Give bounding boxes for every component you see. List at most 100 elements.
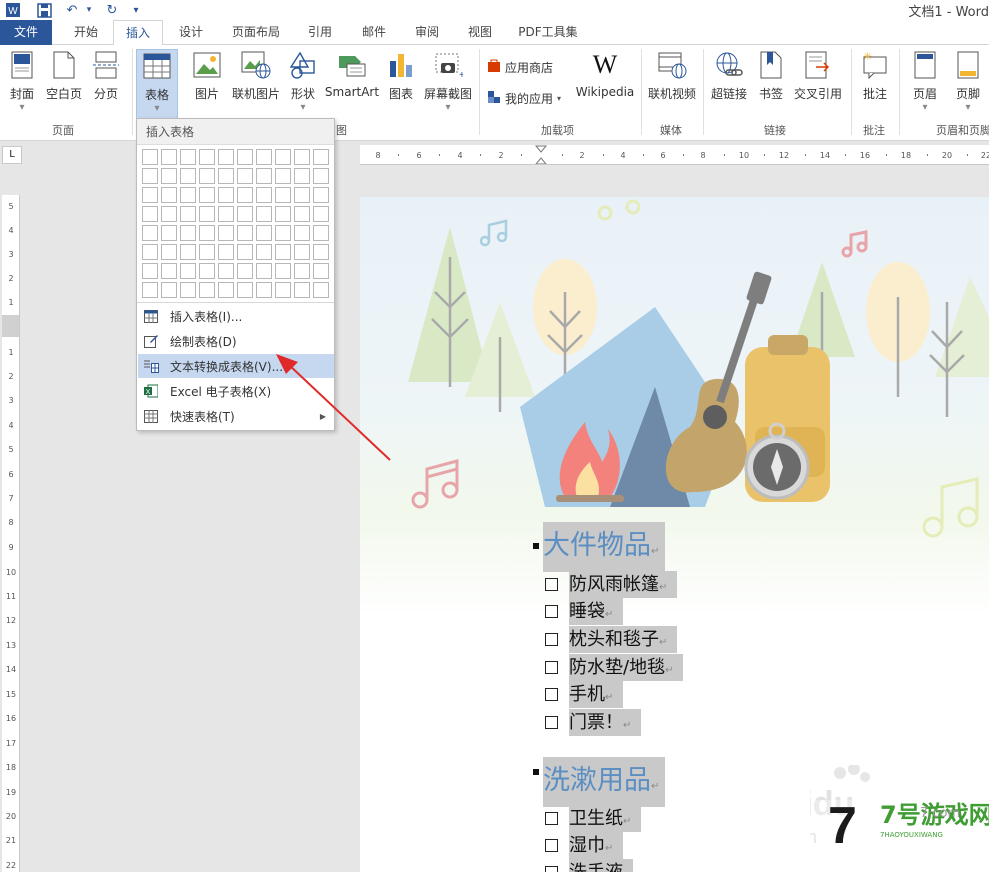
table-grid-cell[interactable] — [294, 187, 310, 203]
tab-file[interactable]: 文件 — [0, 20, 52, 45]
bookmark-button[interactable]: 书签 — [754, 49, 788, 102]
tab-view[interactable]: 视图 — [456, 20, 504, 45]
cross-reference-button[interactable]: 交叉引用 — [792, 49, 844, 102]
table-button[interactable]: 表格 ▾ — [136, 49, 178, 119]
table-grid-cell[interactable] — [237, 244, 253, 260]
table-grid-cell[interactable] — [142, 282, 158, 298]
smartart-button[interactable]: SmartArt — [324, 49, 380, 99]
list-item[interactable]: 湿巾↵ — [545, 832, 624, 859]
online-video-button[interactable]: 联机视频 — [646, 49, 698, 102]
list-item[interactable]: 手机↵ — [545, 681, 624, 708]
tab-design[interactable]: 设计 — [166, 20, 216, 45]
table-grid-cell[interactable] — [237, 225, 253, 241]
table-grid-cell[interactable] — [237, 187, 253, 203]
table-grid-cell[interactable] — [142, 225, 158, 241]
table-grid-cell[interactable] — [237, 149, 253, 165]
table-grid-cell[interactable] — [294, 206, 310, 222]
table-grid-cell[interactable] — [256, 244, 272, 260]
table-grid-cell[interactable] — [275, 149, 291, 165]
table-grid-cell[interactable] — [294, 168, 310, 184]
table-grid-cell[interactable] — [275, 225, 291, 241]
table-grid-cell[interactable] — [142, 187, 158, 203]
table-grid-cell[interactable] — [275, 282, 291, 298]
table-grid-cell[interactable] — [199, 263, 215, 279]
table-grid-cell[interactable] — [199, 244, 215, 260]
table-grid-cell[interactable] — [218, 244, 234, 260]
tab-insert[interactable]: 插入 — [113, 20, 163, 46]
table-grid-cell[interactable] — [161, 263, 177, 279]
store-button[interactable]: 应用商店 — [487, 59, 553, 76]
table-grid-cell[interactable] — [237, 263, 253, 279]
table-grid-cell[interactable] — [199, 187, 215, 203]
list-item[interactable]: 防风雨帐篷↵ — [545, 571, 678, 598]
section-heading[interactable]: 大件物品↵ — [543, 522, 666, 572]
tab-review[interactable]: 审阅 — [403, 20, 451, 45]
table-grid-cell[interactable] — [218, 149, 234, 165]
table-grid-cell[interactable] — [142, 244, 158, 260]
table-grid-cell[interactable] — [218, 263, 234, 279]
table-grid-cell[interactable] — [313, 168, 329, 184]
table-grid-cell[interactable] — [142, 263, 158, 279]
table-grid-cell[interactable] — [237, 168, 253, 184]
undo-icon[interactable]: ↶ — [62, 1, 82, 19]
table-grid-cell[interactable] — [142, 149, 158, 165]
table-grid-cell[interactable] — [180, 263, 196, 279]
footer-button[interactable]: 页脚 ▾ — [950, 49, 986, 113]
vertical-ruler[interactable]: 54321 12345 6 7 8 9 10 11 12 13 14 15 16 17 18 19 20… — [2, 195, 20, 872]
table-grid-cell[interactable] — [256, 149, 272, 165]
table-grid-cell[interactable] — [313, 187, 329, 203]
table-grid-cell[interactable] — [199, 225, 215, 241]
tab-mailings[interactable]: 邮件 — [350, 20, 398, 45]
save-icon[interactable] — [34, 1, 54, 19]
list-item[interactable]: 洗手液 — [545, 859, 633, 872]
table-grid-cell[interactable] — [161, 149, 177, 165]
section-heading[interactable]: 洗漱用品↵ — [543, 757, 666, 807]
table-grid-cell[interactable] — [180, 282, 196, 298]
table-grid-cell[interactable] — [256, 168, 272, 184]
table-grid-cell[interactable] — [275, 263, 291, 279]
table-grid-cell[interactable] — [313, 282, 329, 298]
table-grid-cell[interactable] — [294, 282, 310, 298]
table-grid-cell[interactable] — [161, 282, 177, 298]
table-grid-cell[interactable] — [313, 244, 329, 260]
list-item[interactable]: 枕头和毯子↵ — [545, 626, 678, 653]
table-grid-cell[interactable] — [161, 168, 177, 184]
page-break-button[interactable]: 分页 — [90, 49, 122, 102]
tab-references[interactable]: 引用 — [296, 20, 344, 45]
menu-item-insert-table[interactable]: 插入表格(I)... — [138, 304, 334, 328]
customize-quick-access-icon[interactable]: ▾ — [130, 1, 142, 19]
screenshot-button[interactable]: + 屏幕截图 ▾ — [420, 49, 476, 113]
table-grid-cell[interactable] — [313, 149, 329, 165]
hyperlink-button[interactable]: 超链接 — [708, 49, 750, 102]
table-grid-cell[interactable] — [313, 225, 329, 241]
table-grid-cell[interactable] — [275, 168, 291, 184]
table-grid-cell[interactable] — [218, 206, 234, 222]
table-grid-cell[interactable] — [180, 168, 196, 184]
tab-pdf-tools[interactable]: PDF工具集 — [510, 20, 586, 45]
cover-button[interactable]: 封面 ▾ — [6, 49, 38, 113]
redo-icon[interactable]: ↻ — [102, 1, 122, 19]
online-picture-button[interactable]: 联机图片 — [228, 49, 284, 102]
tab-home[interactable]: 开始 — [60, 20, 112, 45]
list-item[interactable]: 防水垫/地毯↵ — [545, 654, 684, 681]
table-grid-cell[interactable] — [256, 282, 272, 298]
table-grid-cell[interactable] — [294, 244, 310, 260]
table-grid-cell[interactable] — [180, 149, 196, 165]
table-grid-cell[interactable] — [161, 244, 177, 260]
table-grid-cell[interactable] — [275, 187, 291, 203]
table-grid-cell[interactable] — [218, 168, 234, 184]
table-grid-cell[interactable] — [275, 244, 291, 260]
undo-dropdown-icon[interactable]: ▾ — [84, 1, 94, 19]
table-grid-cell[interactable] — [218, 187, 234, 203]
comment-button[interactable]: ✳ 批注 — [856, 49, 894, 102]
table-grid-cell[interactable] — [313, 263, 329, 279]
table-grid-cell[interactable] — [218, 225, 234, 241]
tab-selector[interactable]: L — [2, 146, 22, 164]
table-grid-cell[interactable] — [294, 263, 310, 279]
table-grid-cell[interactable] — [237, 206, 253, 222]
horizontal-ruler[interactable]: 8 6 4 2 2 4 6 8 10 12 14 16 18 20 22 — [360, 145, 989, 165]
table-grid-cell[interactable] — [180, 225, 196, 241]
table-grid-cell[interactable] — [313, 206, 329, 222]
table-grid-cell[interactable] — [161, 225, 177, 241]
table-grid-cell[interactable] — [294, 225, 310, 241]
